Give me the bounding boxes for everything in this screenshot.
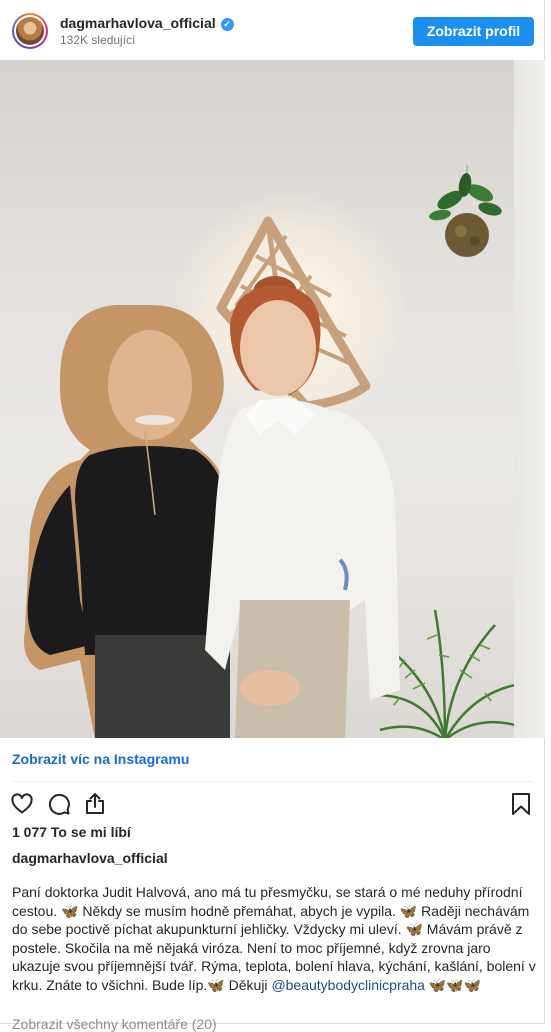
- caption-emoji: 🦋🦋🦋: [424, 976, 482, 993]
- woman-right: [205, 276, 400, 738]
- avatar-image: [16, 17, 44, 45]
- post-header: dagmarhavlova_official ✓ 132K sledující Z…: [0, 0, 545, 62]
- avatar[interactable]: [12, 13, 48, 49]
- username-link[interactable]: dagmarhavlova_official ✓: [60, 15, 234, 31]
- post-caption: Paní doktorka Judit Halvová, ano má tu p…: [12, 883, 537, 994]
- instagram-embed-card: dagmarhavlova_official ✓ 132K sledující Z…: [0, 0, 545, 1032]
- view-more-on-instagram-link[interactable]: Zobrazit víc na Instagramu: [12, 751, 189, 767]
- caption-mention-link[interactable]: @beautybodyclinicpraha: [271, 977, 425, 993]
- post-photo[interactable]: [0, 60, 514, 738]
- bookmark-icon[interactable]: [509, 792, 533, 816]
- likes-count[interactable]: 1 077 To se mi líbí: [12, 824, 131, 840]
- photo-edge-strip: [514, 60, 545, 738]
- verified-badge-icon: ✓: [220, 18, 234, 31]
- divider: [12, 781, 533, 782]
- follower-count: 132K sledující: [60, 33, 136, 47]
- hanging-plant: [429, 165, 502, 257]
- heart-icon[interactable]: [10, 792, 34, 816]
- username-text: dagmarhavlova_official: [60, 15, 216, 31]
- caption-username[interactable]: dagmarhavlova_official: [12, 850, 168, 866]
- share-icon[interactable]: [83, 792, 107, 816]
- view-all-comments-link[interactable]: Zobrazit všechny komentáře (20): [12, 1016, 217, 1032]
- comment-icon[interactable]: [47, 792, 71, 816]
- view-profile-button[interactable]: Zobrazit profil: [413, 17, 534, 46]
